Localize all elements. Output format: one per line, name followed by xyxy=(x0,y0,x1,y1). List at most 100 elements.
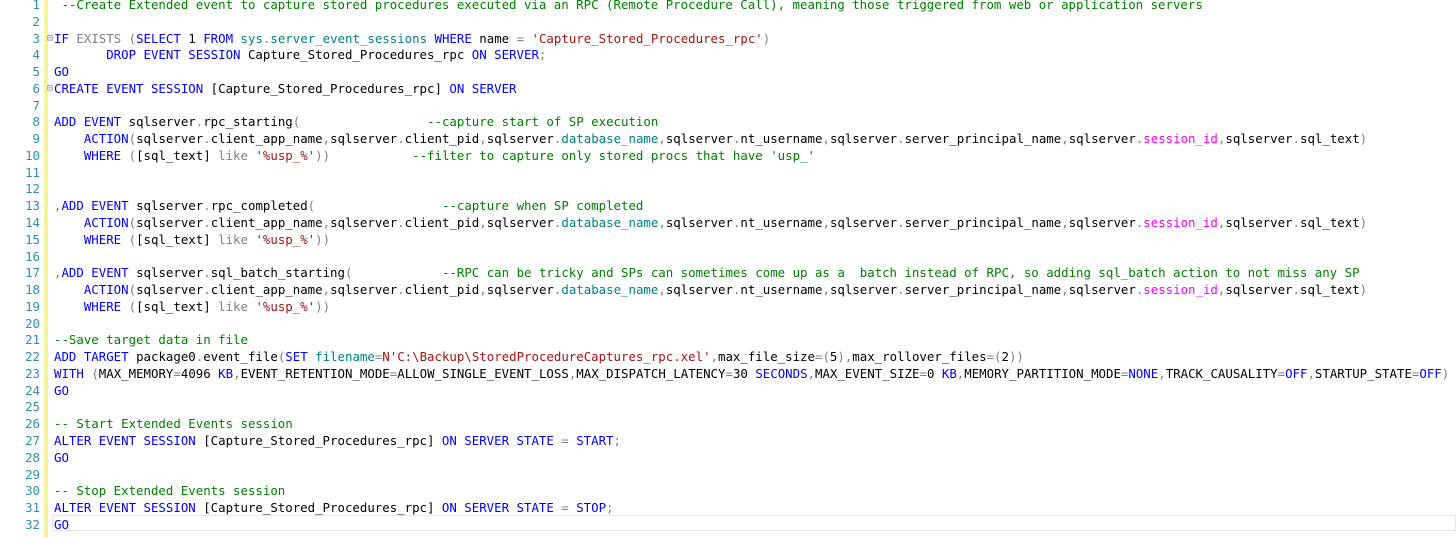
code-token: nt_username xyxy=(740,282,823,298)
code-token: event_file xyxy=(203,349,278,365)
code-token: ), xyxy=(837,349,853,365)
code-token: server_principal_name xyxy=(904,131,1062,147)
code-token: =( xyxy=(814,349,830,365)
code-token: -- Start Extended Events session xyxy=(54,416,293,432)
code-token: ON SERVER xyxy=(449,80,517,96)
code-token: ) xyxy=(762,30,771,46)
line-number: 19 xyxy=(25,298,40,314)
code-token: , xyxy=(822,282,830,298)
code-token: CREATE EVENT SESSION xyxy=(54,80,211,96)
code-token: , xyxy=(807,365,816,381)
code-token: sql_text xyxy=(1299,215,1360,230)
line-number: 29 xyxy=(25,466,40,482)
line-number: 11 xyxy=(25,164,40,180)
code-token: client_pid xyxy=(404,282,480,298)
code-text: ACTION(sqlserver.client_app_name,sqlserv… xyxy=(54,282,1367,299)
code-token: like xyxy=(218,147,256,163)
code-text: ADD TARGET package0.event_file(SET filen… xyxy=(54,349,1024,366)
code-token: ACTION xyxy=(54,131,129,147)
code-token: sqlserver xyxy=(829,131,898,147)
code-token: =( xyxy=(986,349,1002,365)
code-token: ( xyxy=(91,365,99,381)
code-text: ,ADD EVENT sqlserver.rpc_completed( --ca… xyxy=(54,198,643,215)
code-token: ADD TARGET xyxy=(54,349,137,365)
code-text: DROP EVENT SESSION Capture_Stored_Proced… xyxy=(54,47,546,64)
code-token: WITH xyxy=(54,365,92,381)
code-token: = xyxy=(561,433,577,449)
line-number: 14 xyxy=(25,215,40,230)
line-number: 23 xyxy=(25,365,40,381)
code-token: WHERE xyxy=(434,30,480,46)
code-token: , xyxy=(1061,131,1069,147)
code-token: , xyxy=(1061,282,1069,298)
code-token: like xyxy=(218,298,256,314)
code-token: . xyxy=(1292,131,1300,147)
code-token: WHERE xyxy=(54,147,129,163)
code-token: ADD EVENT xyxy=(61,265,137,281)
line-number: 18 xyxy=(25,282,40,298)
code-token: 4096 xyxy=(180,365,219,381)
code-token: like xyxy=(218,231,256,247)
code-token: , xyxy=(479,282,487,298)
code-token: sqlserver xyxy=(1068,282,1136,298)
code-text: ALTER EVENT SESSION [Capture_Stored_Proc… xyxy=(54,500,614,517)
line-number: 22 xyxy=(25,349,40,365)
code-token: IF xyxy=(54,30,77,46)
code-text: GO xyxy=(54,64,69,81)
line-number: 25 xyxy=(25,399,40,415)
code-token: )) xyxy=(315,231,331,247)
code-token: server_event_sessions xyxy=(270,30,435,46)
code-text: WHERE ([sql_text] like '%usp_%')) --filt… xyxy=(54,148,815,165)
code-token: = xyxy=(516,30,532,46)
code-token: client_pid xyxy=(404,131,480,147)
code-token: client_pid xyxy=(404,215,480,230)
code-token: 2 xyxy=(1001,349,1009,365)
code-token: TRACK_CAUSALITY xyxy=(1165,365,1278,381)
code-token: ADD EVENT xyxy=(54,114,129,130)
code-token: ALLOW_SINGLE_EVENT_LOSS xyxy=(397,365,569,381)
code-token: , xyxy=(1307,365,1315,381)
code-token: , xyxy=(658,131,666,147)
code-token: client_app_name xyxy=(210,131,323,147)
code-token: rpc_starting xyxy=(203,114,293,130)
code-text: WITH (MAX_MEMORY=4096 KB,EVENT_RETENTION… xyxy=(54,366,1449,383)
code-token: sqlserver xyxy=(665,282,733,298)
code-text: --Save target data in file xyxy=(54,332,248,349)
code-token: sqlserver xyxy=(486,131,554,147)
code-token: WHERE xyxy=(54,231,129,247)
line-number: 17 xyxy=(25,265,40,281)
line-number: 4 xyxy=(32,47,40,63)
code-token: sql_text xyxy=(1299,282,1360,298)
code-token: OFF xyxy=(1419,365,1442,381)
code-token: nt_username xyxy=(740,215,823,230)
code-token: STARTUP_STATE xyxy=(1314,365,1412,381)
line-number: 12 xyxy=(25,181,40,197)
line-number: 5 xyxy=(32,64,40,80)
code-token: server_principal_name xyxy=(904,215,1062,230)
code-text: ,ADD EVENT sqlserver.sql_batch_starting(… xyxy=(54,265,1360,282)
code-token: '%usp_%' xyxy=(255,147,316,163)
code-token: . xyxy=(397,215,405,230)
sql-editor[interactable]: 1 --Create Extended event to capture sto… xyxy=(0,0,1456,538)
code-token: , xyxy=(479,215,487,230)
code-token: ( xyxy=(128,147,137,163)
code-token: , xyxy=(233,365,241,381)
line-number: 27 xyxy=(25,433,40,449)
code-token: sqlserver xyxy=(665,131,733,147)
code-token: session_id xyxy=(1143,131,1218,147)
code-token: ) xyxy=(1359,282,1368,298)
code-token: ALTER EVENT SESSION xyxy=(54,500,204,516)
code-text: ACTION(sqlserver.client_app_name,sqlserv… xyxy=(54,131,1367,148)
code-token: MEMORY_PARTITION_MODE xyxy=(964,365,1121,381)
code-token: . xyxy=(897,131,905,147)
code-token: max_rollover_files xyxy=(852,349,987,365)
code-token: ; xyxy=(606,500,614,516)
code-token: rpc_completed xyxy=(210,198,308,214)
code-token: FROM xyxy=(203,30,241,46)
code-token: database_name xyxy=(561,215,659,230)
code-text: -- Stop Extended Events session xyxy=(54,483,285,500)
code-token: ; xyxy=(538,47,547,63)
code-text: WHERE ([sql_text] like '%usp_%')) xyxy=(54,299,330,316)
